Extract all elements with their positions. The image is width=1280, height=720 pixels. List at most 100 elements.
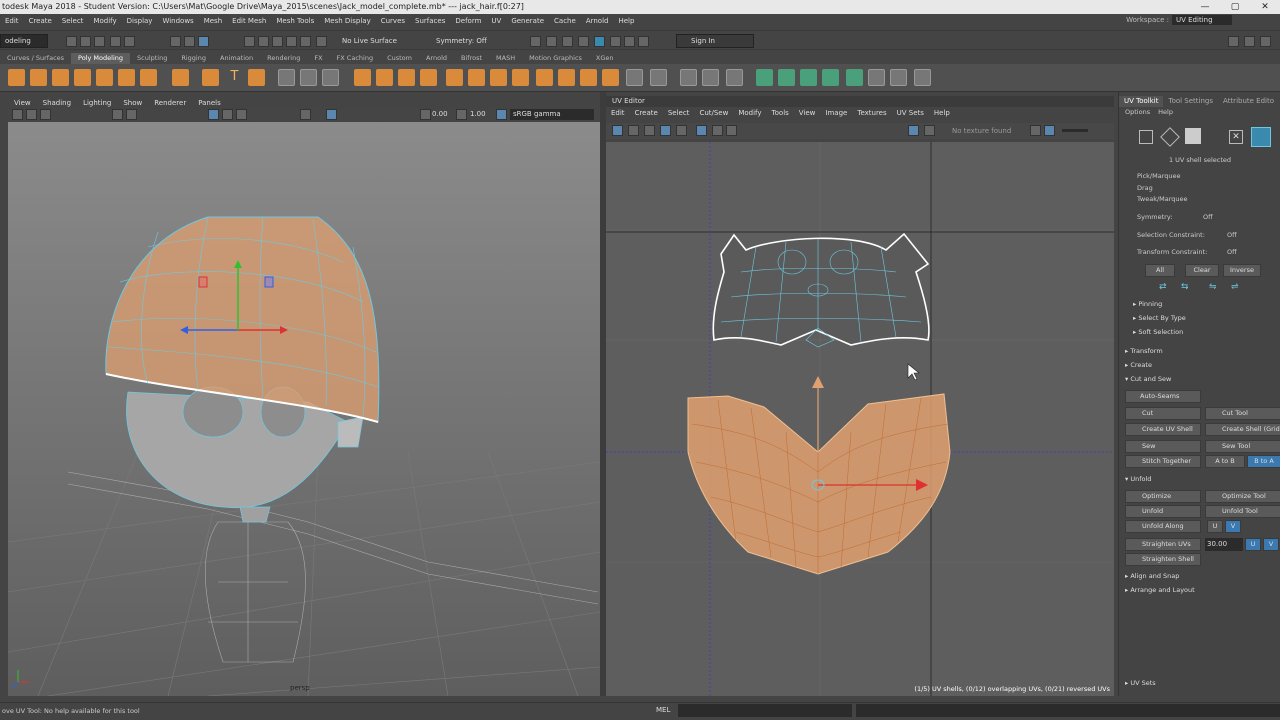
uv-menu-select[interactable]: Select bbox=[663, 107, 695, 119]
menu-mesh-display[interactable]: Mesh Display bbox=[319, 17, 375, 25]
straighten-angle-field[interactable]: 30.00 bbox=[1205, 538, 1243, 551]
maximize-button[interactable]: ▢ bbox=[1220, 0, 1250, 14]
spherical-mapping-icon[interactable] bbox=[800, 69, 817, 86]
create-shell-grid-button[interactable]: Create Shell (Grid) bbox=[1205, 423, 1280, 436]
menu-select[interactable]: Select bbox=[57, 17, 89, 25]
create-uv-shell-button[interactable]: Create UV Shell bbox=[1125, 423, 1201, 436]
gamma-field[interactable]: 1.00 bbox=[470, 110, 486, 118]
sign-in-button[interactable]: Sign In bbox=[676, 34, 754, 48]
uv-grid-icon[interactable] bbox=[612, 125, 623, 136]
section-arrange-and-layout[interactable]: ▸ Arrange and Layout bbox=[1125, 586, 1280, 594]
menu-generate[interactable]: Generate bbox=[506, 17, 549, 25]
uv-distortion-icon[interactable] bbox=[676, 125, 687, 136]
minimize-button[interactable]: — bbox=[1190, 0, 1220, 14]
camera-based-mapping-icon[interactable] bbox=[846, 69, 863, 86]
sew-button[interactable]: Sew bbox=[1125, 440, 1201, 453]
shelf-tab-poly-modeling[interactable]: Poly Modeling bbox=[71, 53, 130, 64]
render-view-icon[interactable] bbox=[530, 36, 541, 47]
section-unfold[interactable]: ▾ Unfold bbox=[1125, 475, 1280, 483]
bridge-icon[interactable] bbox=[398, 69, 415, 86]
snap-curve-icon[interactable] bbox=[258, 36, 269, 47]
viewport-menu-show[interactable]: Show bbox=[117, 97, 148, 109]
uv-menu-help[interactable]: Help bbox=[929, 107, 955, 119]
poly-cone-icon[interactable] bbox=[74, 69, 91, 86]
select-shell-icon[interactable]: ⇌ bbox=[1231, 282, 1239, 292]
isolate-select-icon[interactable] bbox=[326, 109, 337, 120]
viewport-menu-view[interactable]: View bbox=[8, 97, 37, 109]
viewport-menu-shading[interactable]: Shading bbox=[37, 97, 77, 109]
unfold-along-v-button[interactable]: V bbox=[1225, 520, 1241, 533]
boolean-icon[interactable] bbox=[354, 69, 371, 86]
uv-menu-uv-sets[interactable]: UV Sets bbox=[892, 107, 929, 119]
make-hole-icon[interactable] bbox=[490, 69, 507, 86]
optimize-tool-button[interactable]: Optimize Tool bbox=[1205, 490, 1280, 503]
save-scene-icon[interactable] bbox=[94, 36, 105, 47]
poly-disc-icon[interactable] bbox=[140, 69, 157, 86]
uv-texture-display-icon[interactable] bbox=[908, 125, 919, 136]
merge-center-icon[interactable] bbox=[536, 69, 553, 86]
drag-option[interactable]: Drag bbox=[1137, 184, 1280, 192]
auto-seams-button[interactable]: Auto-Seams bbox=[1125, 390, 1201, 403]
uv-menu-cut-sew[interactable]: Cut/Sew bbox=[694, 107, 733, 119]
render-frame-icon[interactable] bbox=[546, 36, 557, 47]
cut-tool-button[interactable]: Cut Tool bbox=[1205, 407, 1280, 420]
cylindrical-mapping-icon[interactable] bbox=[778, 69, 795, 86]
viewport-menu-panels[interactable]: Panels bbox=[192, 97, 227, 109]
smooth-shade-icon[interactable] bbox=[222, 109, 233, 120]
render-setup-icon[interactable] bbox=[610, 36, 621, 47]
shelf-tab-animation[interactable]: Animation bbox=[213, 53, 260, 64]
transform-constraint-dropdown[interactable]: Off bbox=[1227, 248, 1237, 256]
pick-marquee-option[interactable]: Pick/Marquee bbox=[1137, 172, 1280, 180]
unfold-along-u-button[interactable]: U bbox=[1207, 520, 1223, 533]
select-hierarchy-icon[interactable] bbox=[170, 36, 181, 47]
uv-menu-create[interactable]: Create bbox=[630, 107, 663, 119]
close-button[interactable]: ✕ bbox=[1250, 0, 1280, 14]
uv-image-toggle-icon[interactable] bbox=[712, 125, 723, 136]
snap-point-icon[interactable] bbox=[272, 36, 283, 47]
render-settings-icon[interactable] bbox=[578, 36, 589, 47]
section-transform[interactable]: ▸ Transform bbox=[1125, 347, 1280, 355]
select-component-icon[interactable] bbox=[198, 36, 209, 47]
film-gate-icon[interactable] bbox=[126, 109, 137, 120]
shelf-tab-bifrost[interactable]: Bifrost bbox=[454, 53, 489, 64]
section-align-and-snap[interactable]: ▸ Align and Snap bbox=[1125, 572, 1280, 580]
quad-draw-icon[interactable] bbox=[702, 69, 719, 86]
color-space-dropdown[interactable]: sRGB gamma bbox=[510, 109, 594, 120]
menu-modify[interactable]: Modify bbox=[88, 17, 121, 25]
select-inverse-button[interactable]: Inverse bbox=[1223, 264, 1261, 277]
menu-mesh[interactable]: Mesh bbox=[199, 17, 227, 25]
multi-cut-icon[interactable] bbox=[626, 69, 643, 86]
extrude-icon[interactable] bbox=[376, 69, 393, 86]
type-tool-icon[interactable]: T bbox=[226, 69, 243, 86]
uv-mode-icon[interactable]: ✕ bbox=[1229, 130, 1243, 144]
uv-snapshot-icon[interactable] bbox=[868, 69, 885, 86]
shelf-tab-rendering[interactable]: Rendering bbox=[260, 53, 307, 64]
grow-selection-icon[interactable]: ⇄ bbox=[1159, 282, 1167, 292]
uv-menu-tools[interactable]: Tools bbox=[767, 107, 794, 119]
transfer-attributes-icon[interactable] bbox=[890, 69, 907, 86]
section-uv-sets[interactable]: ▸ UV Sets bbox=[1125, 679, 1280, 687]
channel-box-icon[interactable] bbox=[1260, 36, 1271, 47]
fill-hole-icon[interactable] bbox=[468, 69, 485, 86]
command-input[interactable] bbox=[678, 704, 852, 717]
stitch-together-button[interactable]: Stitch Together bbox=[1125, 455, 1201, 468]
uv-snapshot-toggle-icon[interactable] bbox=[726, 125, 737, 136]
append-polygon-icon[interactable] bbox=[446, 69, 463, 86]
cut-button[interactable]: Cut bbox=[1125, 407, 1201, 420]
uv-viewport[interactable]: (1/5) UV shells, (0/12) overlapping UVs,… bbox=[606, 142, 1114, 696]
new-scene-icon[interactable] bbox=[66, 36, 77, 47]
separate-icon[interactable] bbox=[300, 69, 317, 86]
tab-attribute-editor[interactable]: Attribute Edito bbox=[1218, 96, 1279, 107]
ipr-render-icon[interactable] bbox=[562, 36, 573, 47]
unfold-button[interactable]: Unfold bbox=[1125, 505, 1201, 518]
open-scene-icon[interactable] bbox=[80, 36, 91, 47]
selection-constraint-dropdown[interactable]: Off bbox=[1227, 231, 1237, 239]
poly-cube-icon[interactable] bbox=[30, 69, 47, 86]
live-surface-field[interactable]: No Live Surface bbox=[342, 37, 397, 45]
uv-menu-view[interactable]: View bbox=[794, 107, 821, 119]
menu-curves[interactable]: Curves bbox=[376, 17, 410, 25]
uv-shaded-icon[interactable] bbox=[628, 125, 639, 136]
select-border-icon[interactable]: ⇋ bbox=[1209, 282, 1217, 292]
uv-toolkit-icon[interactable] bbox=[914, 69, 931, 86]
automatic-mapping-icon[interactable] bbox=[822, 69, 839, 86]
